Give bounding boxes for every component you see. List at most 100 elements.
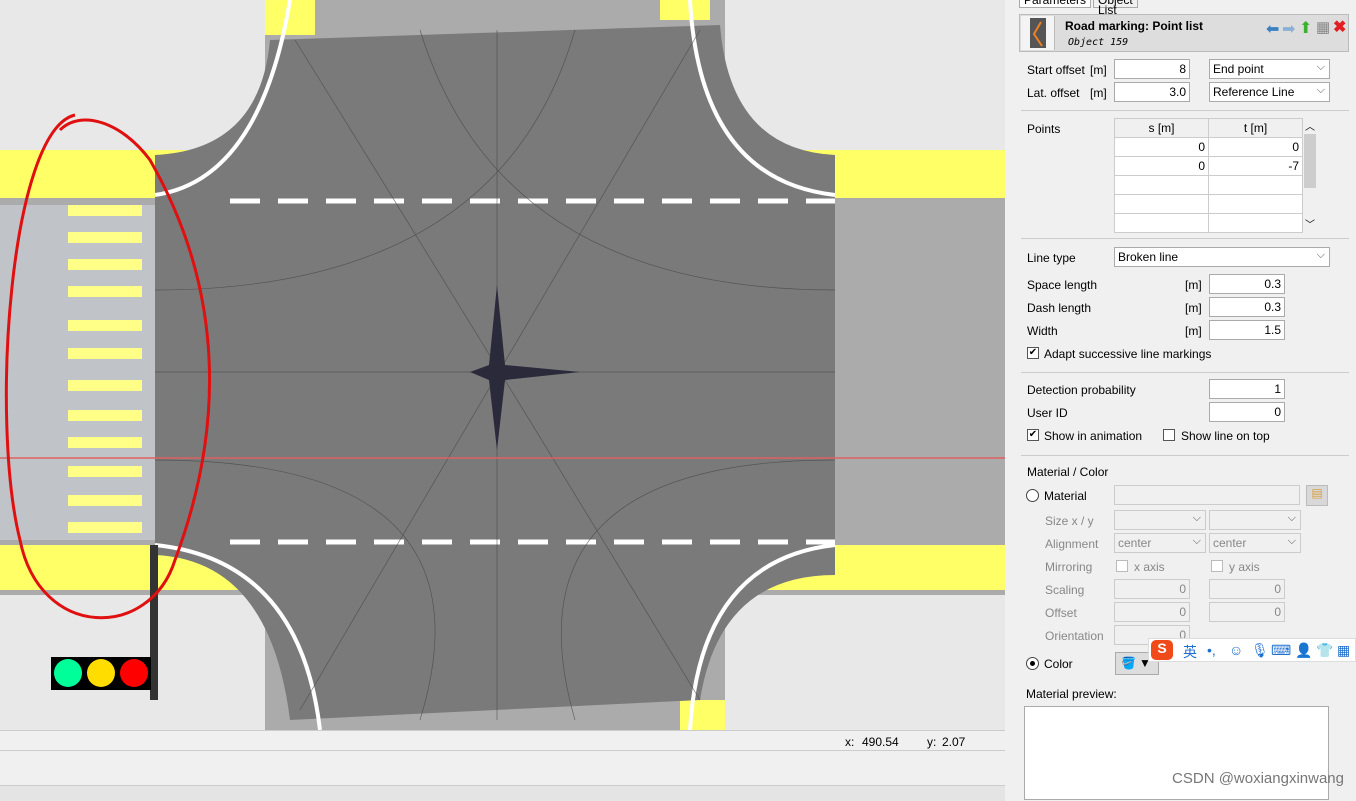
arrow-up-icon[interactable]: ⬆ [1299,18,1312,38]
table-row[interactable]: 0 -7 [1114,156,1303,176]
sidewalk-se [680,700,725,730]
mirror-y-checkbox[interactable] [1211,560,1223,572]
cell-s[interactable] [1114,175,1209,195]
alignment-x-select[interactable]: center ⌵ [1114,533,1206,553]
material-radio[interactable] [1026,489,1039,502]
space-length-input[interactable]: 0.3 [1209,274,1285,294]
tab-object-list[interactable]: Object List [1093,0,1138,16]
table-row[interactable] [1114,213,1303,233]
scaling-y-input[interactable]: 0 [1209,579,1285,599]
width-unit: [m] [1185,324,1202,338]
x-label: x: [845,735,855,749]
alignment-label: Alignment [1045,537,1099,551]
paint-bucket-icon: 🪣 [1121,656,1136,670]
cell-s[interactable] [1114,213,1209,233]
sogou-logo-icon[interactable]: S [1151,640,1173,660]
bottom-pane [0,750,1005,801]
mirror-y-label: y axis [1229,560,1260,574]
material-label: Material [1044,489,1087,503]
intersection-canvas[interactable] [0,0,1005,730]
lat-offset-input[interactable]: 3.0 [1114,82,1190,102]
grid-icon[interactable]: ▦ [1316,18,1330,36]
offset-x-input[interactable]: 0 [1114,602,1190,622]
table-row[interactable] [1114,175,1303,195]
cell-s[interactable]: 0 [1114,137,1209,157]
material-input[interactable] [1114,485,1300,505]
chevron-down-icon: ⌵ [1316,84,1325,96]
chevron-down-icon: ⌵ [1316,249,1325,261]
road-network-viewport[interactable] [0,0,1005,730]
lat-offset-reference-select[interactable]: Reference Line ⌵ [1209,82,1330,102]
arrow-left-icon[interactable]: ⬅ [1266,19,1279,39]
chevron-down-icon: ⌵ [1192,535,1201,547]
color-label: Color [1044,657,1073,671]
skin-icon[interactable]: 👕 [1316,642,1333,659]
bottom-bar [0,785,1005,801]
x-coordinate: 490.54 [862,735,899,749]
divider [1021,110,1349,111]
mirroring-label: Mirroring [1045,560,1093,574]
line-type-select[interactable]: Broken line ⌵ [1114,247,1330,267]
start-offset-input[interactable]: 8 [1114,59,1190,79]
mirror-x-label: x axis [1134,560,1165,574]
cell-t[interactable] [1208,194,1303,214]
cell-s[interactable]: 0 [1114,156,1209,176]
mirror-x-checkbox[interactable] [1116,560,1128,572]
divider [1021,372,1349,373]
line-type-value: Broken line [1118,250,1179,264]
offset-label: Offset [1045,606,1077,620]
show-line-on-top-checkbox[interactable] [1163,429,1175,441]
cell-s[interactable] [1114,194,1209,214]
color-radio[interactable] [1026,657,1039,670]
orientation-label: Orientation [1045,629,1104,643]
cell-t[interactable]: -7 [1208,156,1303,176]
keyboard-icon[interactable]: ⌨ [1271,642,1291,659]
adapt-line-markings-label: Adapt successive line markings [1044,347,1212,361]
lat-offset-unit: [m] [1090,86,1107,100]
size-x-select[interactable]: ⌵ [1114,510,1206,530]
offset-y-input[interactable]: 0 [1209,602,1285,622]
arrow-right-icon[interactable]: ➡ [1282,19,1295,39]
y-label: y: [927,735,937,749]
cell-t[interactable] [1208,175,1303,195]
space-length-unit: [m] [1185,278,1202,292]
alignment-y-select[interactable]: center ⌵ [1209,533,1301,553]
table-row[interactable] [1114,194,1303,214]
table-row[interactable]: 00 [1114,137,1303,157]
start-offset-mode-select[interactable]: End point ⌵ [1209,59,1330,79]
ime-language-toggle[interactable]: 英 [1183,642,1197,662]
start-offset-mode-value: End point [1213,62,1264,76]
user-id-label: User ID [1027,406,1068,420]
dash-length-label: Dash length [1027,301,1092,315]
show-in-animation-checkbox[interactable]: ✔ [1027,429,1039,441]
punctuation-icon[interactable]: •, [1207,642,1216,658]
column-header-s[interactable]: s [m] [1114,118,1209,138]
show-line-on-top-label: Show line on top [1181,429,1270,443]
width-input[interactable]: 1.5 [1209,320,1285,340]
detection-probability-input[interactable]: 1 [1209,379,1285,399]
microphone-icon[interactable]: 🎙 [1251,642,1269,659]
cell-t[interactable]: 0 [1208,137,1303,157]
scaling-x-input[interactable]: 0 [1114,579,1190,599]
size-y-select[interactable]: ⌵ [1209,510,1301,530]
close-icon[interactable]: ✖ [1333,17,1346,37]
points-table[interactable]: s [m] t [m] 00 0 -7 [1114,118,1303,233]
alignment-x-value: center [1118,536,1152,550]
user-id-input[interactable]: 0 [1209,402,1285,422]
chevron-down-icon: ⌵ [1287,535,1296,547]
folder-icon[interactable]: ▤ [1306,485,1328,506]
menu-grid-icon[interactable]: ▦ [1337,642,1350,659]
points-scrollbar[interactable]: ︿ ﹀ [1303,118,1317,231]
emoji-icon[interactable]: ☺ [1229,642,1243,658]
adapt-line-markings-checkbox[interactable]: ✔ [1027,347,1039,359]
start-offset-label: Start offset [1027,63,1085,77]
cell-t[interactable] [1208,213,1303,233]
splitter[interactable] [1005,0,1015,800]
user-icon[interactable]: 👤 [1295,642,1312,659]
scrollbar-thumb[interactable] [1304,134,1316,188]
tab-parameters[interactable]: Parameters [1019,0,1092,8]
dash-length-input[interactable]: 0.3 [1209,297,1285,317]
ime-toolbar[interactable]: S 英 •, ☺ 🎙 ⌨ 👤 👕 ▦ [1148,638,1356,662]
column-header-t[interactable]: t [m] [1208,118,1303,138]
object-header: Road marking: Point list Object 159 ⬅ ➡ … [1019,14,1349,52]
